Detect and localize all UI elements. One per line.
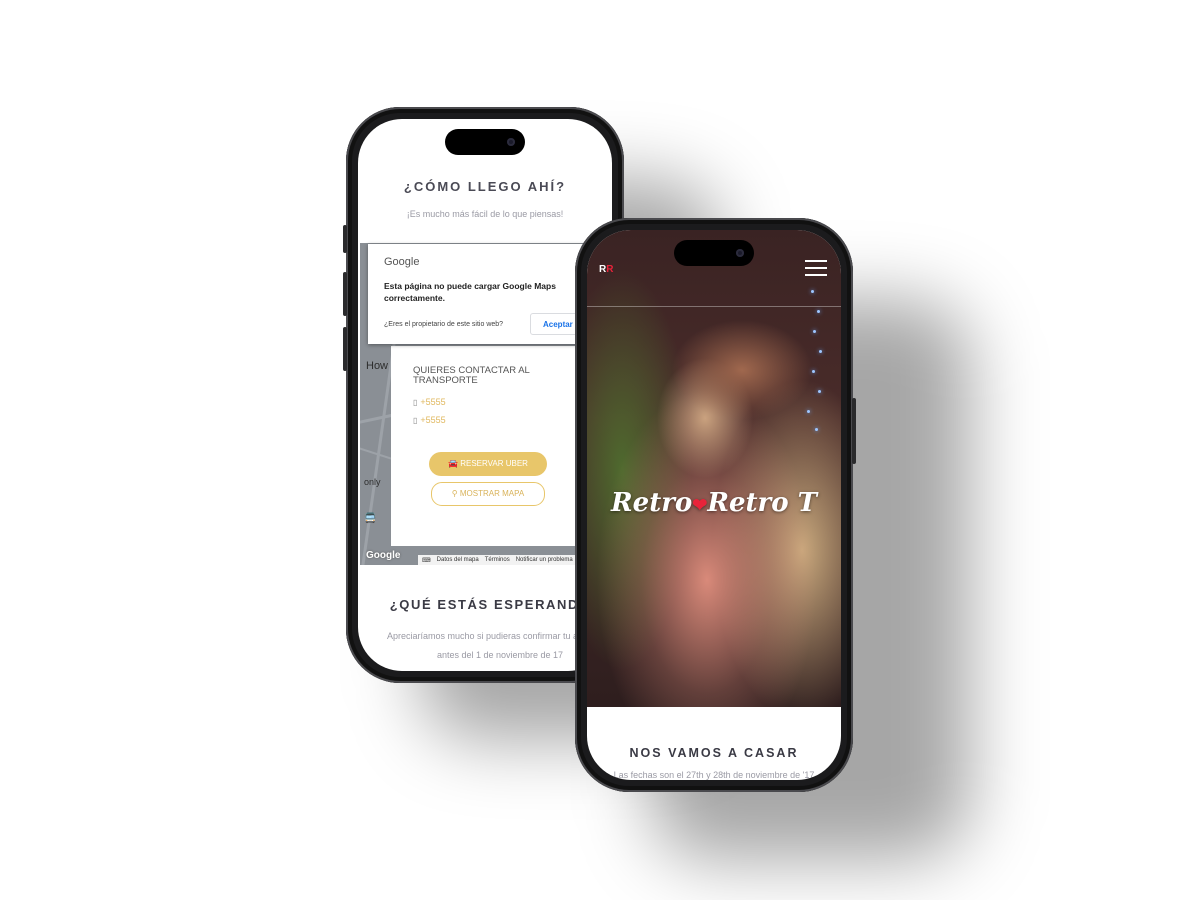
- side-button: [343, 272, 347, 316]
- report-problem-link[interactable]: Notificar un problema: [516, 557, 573, 563]
- brand-part-1: Retro: [611, 488, 693, 518]
- side-button: [852, 398, 856, 464]
- mobile-icon: ▯: [413, 416, 418, 425]
- nav-divider: [587, 306, 841, 307]
- show-map-label: MOSTRAR MAPA: [459, 489, 525, 498]
- bus-icon: 🚍: [364, 513, 377, 524]
- section-text: Las fechas son el 27th y 28th de noviemb…: [613, 770, 815, 780]
- dynamic-island: [445, 129, 525, 155]
- dynamic-island: [674, 240, 754, 266]
- map-pin-icon: ⚲: [451, 489, 460, 498]
- map-only-label: only: [364, 477, 381, 487]
- map-data-link[interactable]: Datos del mapa: [437, 557, 479, 563]
- camera-icon: [736, 249, 744, 257]
- google-wordmark: Google: [384, 256, 420, 268]
- side-button: [343, 327, 347, 371]
- hamburger-menu-icon[interactable]: [805, 260, 827, 276]
- next-section-title: ¿QUÉ ESTÁS ESPERANDO?: [389, 597, 601, 612]
- section-subtitle: ¡Es mucho más fácil de lo que piensas!: [406, 209, 564, 219]
- reserve-uber-label: RESERVAR UBER: [460, 459, 528, 468]
- phone-number-text: +5555: [420, 415, 446, 425]
- phone-number[interactable]: ▯ +5555: [413, 397, 446, 407]
- brand-title: Retro❤Retro T: [587, 488, 841, 518]
- hero-photo: RR Retro❤Retro T: [587, 230, 841, 707]
- phone-left-screen: ¿CÓMO LLEGO AHÍ? ¡Es mucho más fácil de …: [358, 119, 612, 671]
- keyboard-icon[interactable]: ⌨: [422, 557, 431, 564]
- section-title: NOS VAMOS A CASAR: [629, 746, 799, 760]
- brand-part-2: Retro T: [707, 488, 817, 518]
- logo-right: R: [606, 264, 614, 275]
- section-title: ¿CÓMO LLEGO AHÍ?: [403, 179, 567, 194]
- transport-title: QUIERES CONTACTAR AL TRANSPORTE: [413, 365, 530, 387]
- map-error-dialog: Google Esta página no puede cargar Googl…: [368, 244, 590, 344]
- map-place-label: How: [366, 360, 389, 372]
- phone-number[interactable]: ▯ +5555: [413, 415, 446, 425]
- owner-question: ¿Eres el propietario de este sitio web?: [384, 321, 504, 328]
- transport-card: QUIERES CONTACTAR AL TRANSPORTE ▯ +5555 ▯…: [391, 346, 577, 546]
- side-button: [343, 225, 347, 253]
- heart-icon: ❤: [692, 495, 708, 516]
- string-lights: [807, 290, 831, 431]
- mobile-icon: ▯: [413, 398, 418, 407]
- terms-link[interactable]: Términos: [485, 557, 510, 563]
- phone-right: RR Retro❤Retro T NOS VAMOS A CASAR Las f…: [575, 218, 856, 792]
- map-error-message: Esta página no puede cargar Google Maps …: [384, 281, 556, 303]
- camera-icon: [507, 138, 515, 146]
- show-map-button[interactable]: ⚲ MOSTRAR MAPA: [431, 482, 545, 506]
- reserve-uber-button[interactable]: 🚘 RESERVAR UBER: [429, 452, 547, 476]
- phone-number-text: +5555: [420, 397, 446, 407]
- google-logo: Google: [366, 550, 401, 561]
- site-logo[interactable]: RR: [599, 264, 613, 275]
- car-icon: 🚘: [448, 459, 461, 468]
- phone-right-screen: RR Retro❤Retro T NOS VAMOS A CASAR Las f…: [587, 230, 841, 780]
